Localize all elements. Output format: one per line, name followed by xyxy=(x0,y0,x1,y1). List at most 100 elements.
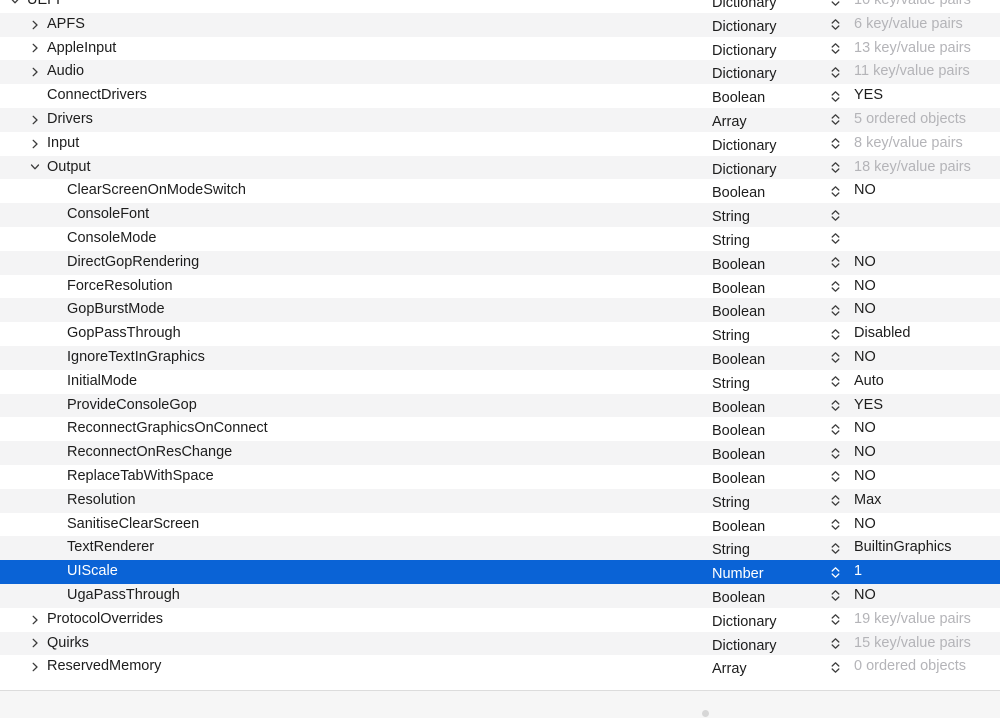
value-field[interactable]: 19 key/value pairs xyxy=(854,608,971,632)
value-field[interactable]: NO xyxy=(854,465,876,489)
key-label[interactable]: SanitiseClearScreen xyxy=(67,513,199,537)
chevron-right-icon[interactable] xyxy=(28,60,42,84)
up-down-stepper-icon[interactable] xyxy=(829,60,841,84)
key-label[interactable]: ReconnectGraphicsOnConnect xyxy=(67,417,268,441)
up-down-stepper-icon[interactable] xyxy=(829,227,841,251)
up-down-stepper-icon[interactable] xyxy=(829,275,841,299)
plist-row-connectdrivers[interactable]: ConnectDrivers Boolean YES xyxy=(0,84,1000,108)
up-down-stepper-icon[interactable] xyxy=(829,251,841,275)
up-down-stepper-icon[interactable] xyxy=(829,584,841,608)
key-label[interactable]: ProvideConsoleGop xyxy=(67,394,197,418)
plist-row-provideconsolegop[interactable]: ProvideConsoleGop Boolean YES xyxy=(0,393,1000,418)
chevron-right-icon[interactable] xyxy=(28,632,42,656)
key-label[interactable]: UEFI xyxy=(27,0,60,13)
plist-row-apfs[interactable]: APFS Dictionary 6 key/value pairs xyxy=(0,12,1000,37)
key-label[interactable]: ConnectDrivers xyxy=(47,84,147,108)
up-down-stepper-icon[interactable] xyxy=(829,632,841,656)
plist-row-sanitiseclearscreen[interactable]: SanitiseClearScreen Boolean NO xyxy=(0,513,1000,537)
key-label[interactable]: UgaPassThrough xyxy=(67,584,180,608)
value-field[interactable]: 18 key/value pairs xyxy=(854,156,971,180)
value-field[interactable]: NO xyxy=(854,441,876,465)
plist-row-replacetabwithspace[interactable]: ReplaceTabWithSpace Boolean NO xyxy=(0,465,1000,489)
value-field[interactable]: 11 key/value pairs xyxy=(854,60,970,84)
plist-row-goppassthrough[interactable]: GopPassThrough String Disabled xyxy=(0,322,1000,346)
plist-row-consolemode[interactable]: ConsoleMode String xyxy=(0,227,1000,251)
type-popup[interactable]: Array xyxy=(712,658,747,682)
plist-row-directgoprendering[interactable]: DirectGopRendering Boolean NO xyxy=(0,250,1000,275)
plist-row-ugapassthrough[interactable]: UgaPassThrough Boolean NO xyxy=(0,584,1000,608)
up-down-stepper-icon[interactable] xyxy=(829,37,841,61)
key-label[interactable]: APFS xyxy=(47,13,85,37)
key-label[interactable]: ForceResolution xyxy=(67,275,173,299)
value-field[interactable]: Disabled xyxy=(854,322,910,346)
value-field[interactable]: 10 key/value pairs xyxy=(854,0,971,13)
up-down-stepper-icon[interactable] xyxy=(829,513,841,537)
value-field[interactable]: Auto xyxy=(854,370,884,394)
plist-row-quirks[interactable]: Quirks Dictionary 15 key/value pairs xyxy=(0,631,1000,656)
resize-handle[interactable] xyxy=(702,710,709,717)
key-label[interactable]: ProtocolOverrides xyxy=(47,608,163,632)
key-label[interactable]: Quirks xyxy=(47,632,89,656)
value-field[interactable]: NO xyxy=(854,275,876,299)
chevron-right-icon[interactable] xyxy=(28,132,42,156)
up-down-stepper-icon[interactable] xyxy=(829,489,841,513)
value-field[interactable]: Max xyxy=(854,489,881,513)
chevron-down-icon[interactable] xyxy=(8,0,22,13)
key-label[interactable]: ConsoleFont xyxy=(67,203,149,227)
up-down-stepper-icon[interactable] xyxy=(829,346,841,370)
chevron-down-icon[interactable] xyxy=(28,156,42,180)
up-down-stepper-icon[interactable] xyxy=(829,536,841,560)
value-field[interactable]: BuiltinGraphics xyxy=(854,536,952,560)
plist-outline-view[interactable]: UEFI Dictionary 10 key/value pairs APFS Dict… xyxy=(0,0,1000,690)
key-label[interactable]: AppleInput xyxy=(47,37,116,61)
up-down-stepper-icon[interactable] xyxy=(829,394,841,418)
plist-row-resolution[interactable]: Resolution String Max xyxy=(0,488,1000,513)
up-down-stepper-icon[interactable] xyxy=(829,322,841,346)
value-field[interactable]: 1 xyxy=(854,560,862,584)
value-field[interactable]: NO xyxy=(854,513,876,537)
key-label[interactable]: InitialMode xyxy=(67,370,137,394)
chevron-right-icon[interactable] xyxy=(28,655,42,679)
value-field[interactable]: NO xyxy=(854,298,876,322)
key-label[interactable]: ReservedMemory xyxy=(47,655,161,679)
key-label[interactable]: Input xyxy=(47,132,79,156)
up-down-stepper-icon[interactable] xyxy=(829,13,841,37)
up-down-stepper-icon[interactable] xyxy=(829,655,841,679)
key-label[interactable]: Drivers xyxy=(47,108,93,132)
value-field[interactable]: NO xyxy=(854,251,876,275)
key-label[interactable]: TextRenderer xyxy=(67,536,154,560)
up-down-stepper-icon[interactable] xyxy=(829,132,841,156)
up-down-stepper-icon[interactable] xyxy=(829,417,841,441)
value-field[interactable]: 5 ordered objects xyxy=(854,108,966,132)
up-down-stepper-icon[interactable] xyxy=(829,0,841,13)
plist-row-reservedmemory[interactable]: ReservedMemory Array 0 ordered objects xyxy=(0,655,1000,679)
plist-row-clearscreenonmodeswitch[interactable]: ClearScreenOnModeSwitch Boolean NO xyxy=(0,179,1000,203)
value-field[interactable]: NO xyxy=(854,179,876,203)
key-label[interactable]: ClearScreenOnModeSwitch xyxy=(67,179,246,203)
plist-row-output[interactable]: Output Dictionary 18 key/value pairs xyxy=(0,155,1000,180)
plist-row-ignoretextingraphics[interactable]: IgnoreTextInGraphics Boolean NO xyxy=(0,346,1000,370)
value-field[interactable]: 0 ordered objects xyxy=(854,655,966,679)
plist-row-reconnectgraphicsonconnect[interactable]: ReconnectGraphicsOnConnect Boolean NO xyxy=(0,417,1000,441)
plist-row-uefi[interactable]: UEFI Dictionary 10 key/value pairs xyxy=(0,0,1000,13)
value-field[interactable]: 13 key/value pairs xyxy=(854,37,971,61)
key-label[interactable]: GopPassThrough xyxy=(67,322,181,346)
chevron-right-icon[interactable] xyxy=(28,13,42,37)
value-field[interactable]: NO xyxy=(854,417,876,441)
plist-row-consolefont[interactable]: ConsoleFont String xyxy=(0,203,1000,227)
key-label[interactable]: DirectGopRendering xyxy=(67,251,199,275)
up-down-stepper-icon[interactable] xyxy=(829,608,841,632)
plist-row-initialmode[interactable]: InitialMode String Auto xyxy=(0,370,1000,394)
plist-row-drivers[interactable]: Drivers Array 5 ordered objects xyxy=(0,108,1000,132)
value-field[interactable]: 6 key/value pairs xyxy=(854,13,963,37)
value-field[interactable]: 8 key/value pairs xyxy=(854,132,963,156)
key-label[interactable]: ReplaceTabWithSpace xyxy=(67,465,214,489)
plist-row-textrenderer[interactable]: TextRenderer String BuiltinGraphics xyxy=(0,536,1000,561)
key-label[interactable]: IgnoreTextInGraphics xyxy=(67,346,205,370)
up-down-stepper-icon[interactable] xyxy=(829,370,841,394)
plist-row-audio[interactable]: Audio Dictionary 11 key/value pairs xyxy=(0,60,1000,85)
key-label[interactable]: ConsoleMode xyxy=(67,227,156,251)
value-field[interactable]: YES xyxy=(854,84,883,108)
up-down-stepper-icon[interactable] xyxy=(829,156,841,180)
plist-row-uiscale[interactable]: UIScale Number 1 xyxy=(0,560,1000,584)
